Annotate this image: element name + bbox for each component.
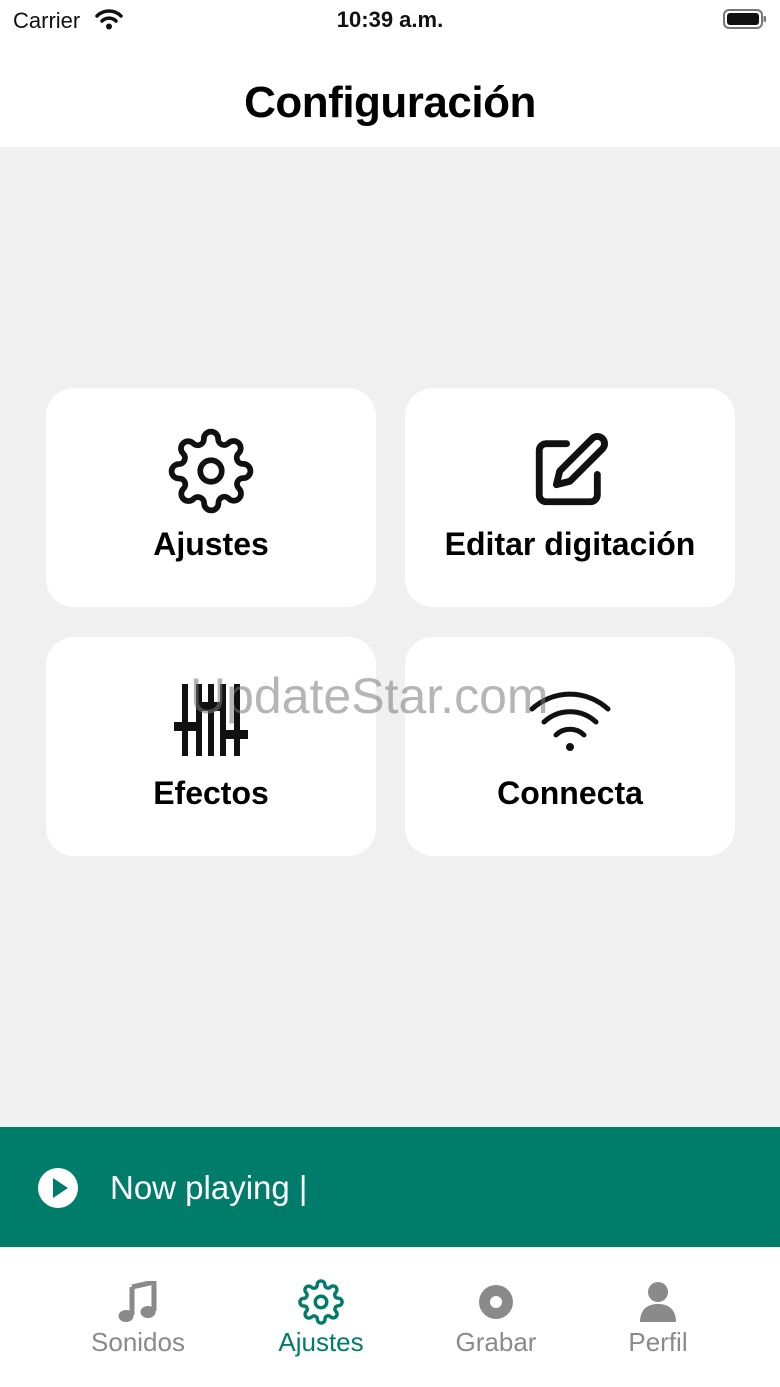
card-connecta[interactable]: Connecta bbox=[405, 637, 735, 856]
tab-ajustes[interactable]: Ajustes bbox=[241, 1247, 401, 1367]
card-label: Ajustes bbox=[153, 526, 269, 562]
tab-label: Sonidos bbox=[91, 1327, 185, 1357]
tab-label: Ajustes bbox=[278, 1327, 364, 1357]
status-bar: Carrier 10:39 a.m. bbox=[0, 0, 780, 40]
card-editar-digitacion[interactable]: Editar digitación bbox=[405, 388, 735, 607]
tab-label: Perfil bbox=[628, 1327, 688, 1357]
tab-grabar[interactable]: Grabar bbox=[416, 1247, 576, 1367]
record-icon bbox=[416, 1279, 576, 1325]
status-time: 10:39 a.m. bbox=[336, 7, 444, 32]
sliders-icon bbox=[46, 677, 376, 763]
card-label: Efectos bbox=[153, 775, 269, 811]
gear-icon bbox=[241, 1279, 401, 1325]
tab-perfil[interactable]: Perfil bbox=[578, 1247, 738, 1367]
wifi-icon bbox=[405, 677, 735, 763]
battery-icon bbox=[723, 8, 767, 30]
navigation-bar: Configuración bbox=[0, 40, 780, 147]
card-label: Editar digitación bbox=[444, 526, 696, 562]
gear-icon bbox=[46, 428, 376, 514]
now-playing-bar[interactable]: Now playing | bbox=[0, 1127, 780, 1247]
page-title: Configuración bbox=[244, 78, 536, 127]
edit-icon bbox=[405, 428, 735, 514]
now-playing-label: Now playing | bbox=[110, 1169, 308, 1206]
card-ajustes[interactable]: Ajustes bbox=[46, 388, 376, 607]
tab-label: Grabar bbox=[455, 1327, 537, 1357]
play-circle-icon[interactable] bbox=[37, 1167, 79, 1214]
tab-bar: Sonidos Ajustes Grabar Perfil bbox=[0, 1247, 780, 1387]
person-icon bbox=[578, 1279, 738, 1325]
tab-sonidos[interactable]: Sonidos bbox=[58, 1247, 218, 1367]
music-note-icon bbox=[58, 1279, 218, 1325]
card-label: Connecta bbox=[497, 775, 643, 811]
card-efectos[interactable]: Efectos bbox=[46, 637, 376, 856]
settings-grid: Ajustes Editar digitación Efectos Connec… bbox=[0, 147, 780, 1127]
